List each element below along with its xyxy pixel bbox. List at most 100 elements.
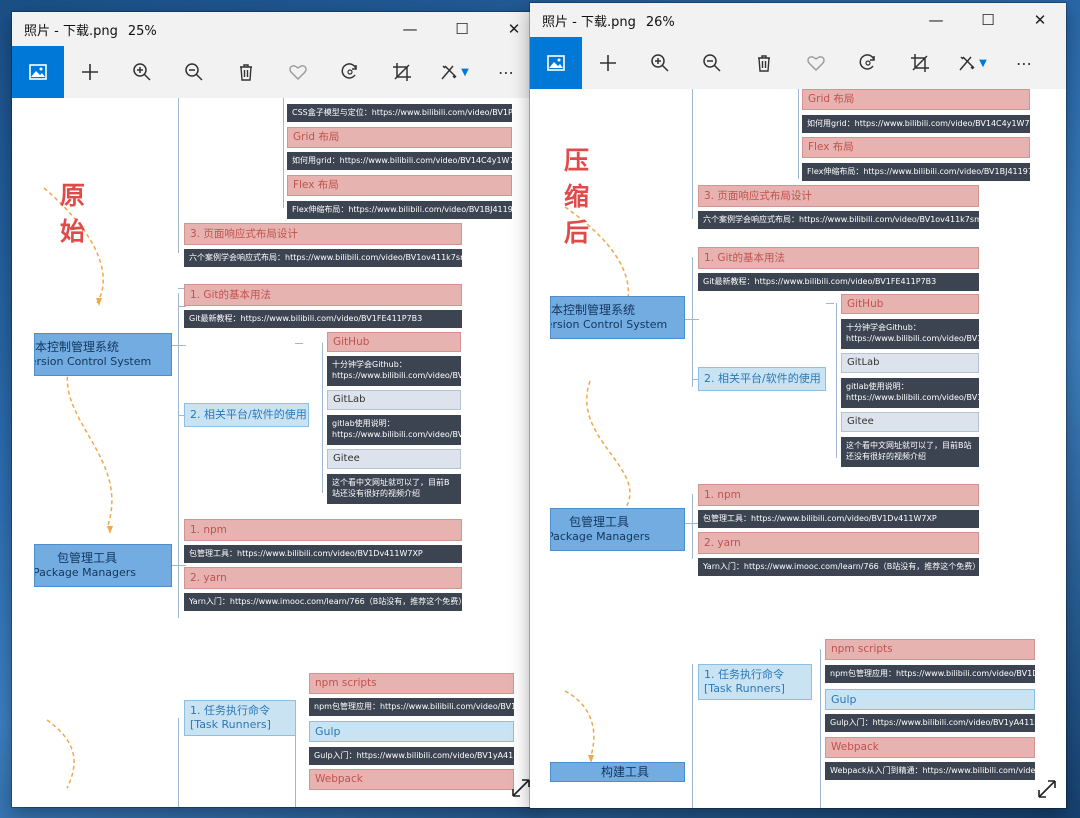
gitee-note: 这个看中文网址就可以了，目前B站还没有很好的视频介绍 (327, 474, 461, 504)
responsive-node: 3. 页面响应式布局设计 (698, 185, 979, 207)
chevron-down-icon[interactable]: ▼ (461, 67, 469, 78)
vcs-cn: 版本控制管理系统 (551, 302, 636, 317)
vcs-en: Version Control System (550, 318, 668, 332)
task-runners-node: 1. 任务执行命令 [Task Runners] (698, 664, 812, 700)
flex-node: Flex 布局 (802, 137, 1030, 158)
gulp-link: Gulp入门：https://www.bilibili.com/video/BV… (309, 747, 514, 765)
minimize-button[interactable]: — (910, 3, 962, 37)
maximize-button[interactable]: ☐ (962, 3, 1014, 37)
left-photos-window: 照片 - 下载.png 25% — ☐ ✕ ▼ ⋯ CSS盒子模型与定位：htt… (12, 12, 540, 807)
flex-link: Flex伸缩布局：https://www.bilibili.com/video/… (287, 201, 512, 219)
right-photos-window: 照片 - 下载.png 26% — ☐ ✕ ▼ ⋯ Grid 布局 如何用gri… (530, 3, 1066, 808)
zoom-in-icon[interactable] (634, 37, 686, 89)
heart-icon[interactable] (272, 46, 324, 98)
compressed-label: 压缩后 (564, 146, 591, 247)
npm-scripts-node: npm scripts (309, 673, 514, 694)
github-node: GitHub (327, 332, 461, 352)
heart-icon[interactable] (790, 37, 842, 89)
flex-link: Flex伸缩布局：https://www.bilibili.com/video/… (802, 163, 1030, 181)
maximize-button[interactable]: ☐ (436, 12, 488, 46)
npm-scripts-link: npm包管理应用：https://www.bilibili.com/video/… (309, 698, 514, 716)
yarn-node: 2. yarn (698, 532, 979, 554)
flex-node: Flex 布局 (287, 175, 512, 196)
gitlab-node: GitLab (327, 390, 461, 410)
delete-icon[interactable] (738, 37, 790, 89)
image-viewport[interactable]: CSS盒子模型与定位：https://www.bilibili.com/vide… (12, 98, 540, 807)
git-basic-node: 1. Git的基本用法 (698, 247, 979, 269)
gulp-node: Gulp (825, 689, 1035, 710)
github-node: GitHub (841, 294, 979, 314)
window-title-text: 照片 - 下载.png (542, 14, 636, 30)
responsive-link: 六个案例学会响应式布局：https://www.bilibili.com/vid… (184, 249, 462, 267)
window-title-text: 照片 - 下载.png (24, 23, 118, 39)
grid-node: Grid 布局 (802, 89, 1030, 110)
yarn-node: 2. yarn (184, 567, 462, 589)
title-bar[interactable]: 照片 - 下载.png 25% — ☐ ✕ (12, 12, 540, 46)
vcs-en: Version Control System (34, 355, 152, 369)
npm-node: 1. npm (698, 484, 979, 506)
rotate-icon[interactable] (324, 46, 376, 98)
close-button[interactable]: ✕ (1014, 3, 1066, 37)
zoom-in-icon[interactable] (116, 46, 168, 98)
grid-link: 如何用grid：https://www.bilibili.com/video/B… (802, 115, 1030, 133)
minimize-button[interactable]: — (384, 12, 436, 46)
plus-icon[interactable] (64, 46, 116, 98)
git-basic-link: Git最新教程：https://www.bilibili.com/video/B… (184, 310, 462, 328)
gitee-node: Gitee (327, 449, 461, 469)
yarn-link: Yarn入门：https://www.imooc.com/learn/766（B… (698, 558, 979, 576)
platforms-node: 2. 相关平台/软件的使用 (184, 403, 309, 427)
npm-scripts-link: npm包管理应用：https://www.bilibili.com/video/… (825, 665, 1035, 683)
webpack-node: Webpack (309, 769, 514, 790)
gulp-node: Gulp (309, 721, 514, 742)
zoom-out-icon[interactable] (168, 46, 220, 98)
chevron-down-icon[interactable]: ▼ (979, 58, 987, 69)
gitlab-link: gitlab使用说明：https://www.bilibili.com/vide… (841, 378, 979, 408)
window-title: 照片 - 下载.png 25% (12, 20, 157, 39)
zoom-level: 26% (645, 14, 675, 30)
delete-icon[interactable] (220, 46, 272, 98)
grid-link: 如何用grid：https://www.bilibili.com/video/B… (287, 152, 512, 170)
picture-icon[interactable] (12, 46, 64, 98)
npm-node: 1. npm (184, 519, 462, 541)
responsive-link: 六个案例学会响应式布局：https://www.bilibili.com/vid… (698, 211, 979, 229)
rotate-icon[interactable] (842, 37, 894, 89)
grid-node: Grid 布局 (287, 127, 512, 148)
yarn-link: Yarn入门：https://www.imooc.com/learn/766（B… (184, 593, 462, 611)
toolbar: ▼ ⋯ (12, 46, 540, 98)
expand-icon[interactable] (1036, 778, 1058, 800)
zoom-out-icon[interactable] (686, 37, 738, 89)
pm-en: Package Managers (550, 530, 651, 544)
plus-icon[interactable] (582, 37, 634, 89)
task-runners-node: 1. 任务执行命令 [Task Runners] (184, 700, 296, 736)
npm-link: 包管理工具：https://www.bilibili.com/video/BV1… (698, 510, 979, 528)
npm-link: 包管理工具：https://www.bilibili.com/video/BV1… (184, 545, 462, 563)
webpack-link: Webpack从入门到精通：https://www.bilibili.com/v… (825, 762, 1035, 780)
title-bar[interactable]: 照片 - 下载.png 26% — ☐ ✕ (530, 3, 1066, 37)
vcs-node: 版本控制管理系统 Version Control System (34, 333, 172, 376)
git-basic-node: 1. Git的基本用法 (184, 284, 462, 306)
image-viewport[interactable]: Grid 布局 如何用grid：https://www.bilibili.com… (530, 89, 1066, 808)
vcs-node: 版本控制管理系统 Version Control System (550, 296, 685, 339)
expand-icon[interactable] (510, 777, 532, 799)
package-managers-node: 包管理工具 Package Managers (34, 544, 172, 587)
package-managers-node: 包管理工具 Package Managers (550, 508, 685, 551)
gitlab-node: GitLab (841, 353, 979, 373)
pm-cn: 包管理工具 (569, 514, 630, 529)
crop-icon[interactable] (376, 46, 428, 98)
edit-icon[interactable]: ▼ (946, 37, 998, 89)
picture-icon[interactable] (530, 37, 582, 89)
webpack-node: Webpack (825, 737, 1035, 758)
css-box-link: CSS盒子模型与定位：https://www.bilibili.com/vide… (287, 104, 512, 122)
crop-icon[interactable] (894, 37, 946, 89)
pm-en: Package Managers (34, 566, 137, 580)
platforms-node: 2. 相关平台/软件的使用 (698, 367, 826, 391)
more-icon[interactable]: ⋯ (480, 46, 532, 98)
window-title: 照片 - 下载.png 26% (530, 11, 675, 30)
edit-icon[interactable]: ▼ (428, 46, 480, 98)
gitlab-link: gitlab使用说明：https://www.bilibili.com/vide… (327, 415, 461, 445)
gitee-note: 这个看中文网址就可以了，目前B站还没有很好的视频介绍 (841, 437, 979, 467)
more-icon[interactable]: ⋯ (998, 37, 1050, 89)
original-label: 原始 (60, 181, 87, 246)
vcs-cn: 版本控制管理系统 (35, 339, 120, 354)
gitee-node: Gitee (841, 412, 979, 432)
